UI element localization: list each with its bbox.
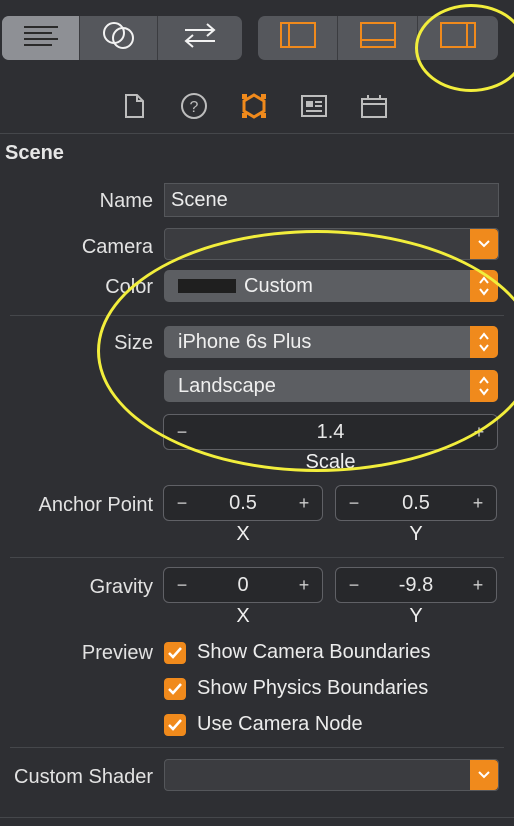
name-value: Scene [171, 188, 228, 211]
camera-label: Camera [81, 236, 153, 258]
circles-button[interactable] [80, 16, 158, 60]
show-camera-boundaries-checkbox[interactable]: Show Camera Boundaries [164, 641, 430, 664]
help-icon[interactable]: ? [180, 92, 208, 120]
size-icon[interactable] [360, 92, 388, 120]
anchor-y-stepper[interactable]: − 0.5 + [335, 485, 497, 521]
gravity-y-stepper[interactable]: − -9.8 + [335, 567, 497, 603]
scale-value: 1.4 [316, 420, 345, 443]
navigator-segment [2, 16, 242, 60]
anchor-x-label: X [236, 523, 250, 545]
panel-toggle-segment [258, 16, 498, 60]
up-down-arrows-icon [470, 370, 498, 402]
checkmark-icon [164, 713, 186, 736]
circles-icon [102, 21, 136, 55]
color-swatch [178, 279, 236, 293]
custom-shader-label: Custom Shader [14, 766, 153, 788]
divider [0, 817, 514, 818]
anchor-x-stepper[interactable]: − 0.5 + [163, 485, 323, 521]
use-camera-node-checkbox[interactable]: Use Camera Node [164, 713, 363, 736]
arrows-icon [181, 21, 219, 55]
gravity-x-stepper[interactable]: − 0 + [163, 567, 323, 603]
identity-icon[interactable] [300, 92, 328, 120]
increment-button[interactable]: + [296, 493, 312, 514]
gravity-x-value: 0 [237, 573, 249, 596]
name-label: Name [99, 190, 153, 212]
increment-button[interactable]: + [296, 575, 312, 596]
custom-shader-dropdown[interactable] [164, 759, 499, 791]
gravity-y-value: -9.8 [398, 573, 434, 596]
right-panel-button[interactable] [418, 16, 498, 60]
checkmark-icon [164, 677, 186, 700]
divider [0, 133, 514, 134]
file-icon[interactable] [120, 92, 148, 120]
camera-dropdown[interactable] [164, 228, 499, 260]
increment-button[interactable]: + [471, 422, 487, 443]
size-label: Size [114, 332, 153, 354]
gravity-x-label: X [236, 605, 250, 627]
inspector-tabs: ? [0, 88, 514, 124]
right-panel-icon [439, 21, 477, 55]
decrement-button[interactable]: − [346, 493, 362, 514]
arrows-button[interactable] [158, 16, 242, 60]
anchor-y-label: Y [409, 523, 423, 545]
chevron-down-icon [470, 229, 498, 259]
decrement-button[interactable]: − [174, 493, 190, 514]
show-physics-boundaries-label: Show Physics Boundaries [197, 677, 429, 699]
decrement-button[interactable]: − [174, 575, 190, 596]
divider [10, 315, 504, 316]
increment-button[interactable]: + [470, 575, 486, 596]
show-physics-boundaries-checkbox[interactable]: Show Physics Boundaries [164, 677, 428, 700]
gravity-y-label: Y [409, 605, 423, 627]
chevron-down-icon [470, 760, 498, 790]
gravity-label: Gravity [89, 576, 153, 598]
bottom-panel-icon [359, 21, 397, 55]
lines-button[interactable] [2, 16, 80, 60]
anchor-point-label: Anchor Point [38, 494, 153, 516]
attributes-icon[interactable] [240, 92, 268, 120]
device-popup[interactable]: iPhone 6s Plus [164, 326, 498, 358]
up-down-arrows-icon [470, 270, 498, 302]
anchor-x-value: 0.5 [229, 491, 257, 514]
scale-label: Scale [305, 451, 356, 473]
decrement-button[interactable]: − [174, 422, 190, 443]
up-down-arrows-icon [470, 326, 498, 358]
divider [10, 557, 504, 558]
device-value: iPhone 6s Plus [178, 330, 312, 353]
checkmark-icon [164, 641, 186, 664]
bottom-panel-button[interactable] [338, 16, 418, 60]
scale-stepper[interactable]: − 1.4 + [163, 414, 498, 450]
svg-text:?: ? [190, 99, 199, 116]
anchor-y-value: 0.5 [402, 491, 430, 514]
use-camera-node-label: Use Camera Node [197, 713, 363, 735]
color-value: Custom [244, 274, 313, 297]
preview-label: Preview [81, 642, 153, 664]
name-field[interactable]: Scene [164, 183, 499, 217]
left-panel-icon [279, 21, 317, 55]
decrement-button[interactable]: − [346, 575, 362, 596]
orientation-popup[interactable]: Landscape [164, 370, 498, 402]
increment-button[interactable]: + [470, 493, 486, 514]
color-popup[interactable]: Custom [164, 270, 498, 302]
show-camera-boundaries-label: Show Camera Boundaries [197, 641, 431, 663]
orientation-value: Landscape [178, 374, 276, 397]
section-title: Scene [5, 142, 64, 164]
left-panel-button[interactable] [258, 16, 338, 60]
color-label: Color [105, 276, 153, 298]
lines-icon [22, 23, 60, 53]
divider [10, 747, 504, 748]
